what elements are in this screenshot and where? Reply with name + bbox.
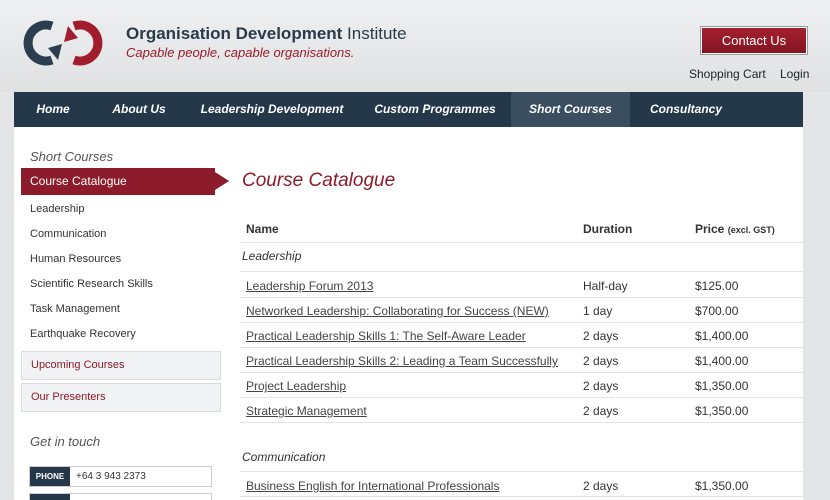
site-header: Organisation Development Institute Capab… (0, 0, 830, 92)
group-title-leadership: Leadership (242, 249, 302, 263)
sidebar-item-scientific-research-skills[interactable]: Scientific Research Skills (30, 278, 153, 290)
contact-us-button[interactable]: Contact Us (701, 27, 807, 54)
course-price: $1,400.00 (695, 329, 749, 343)
course-price: $1,350.00 (695, 379, 749, 393)
course-duration: 2 days (583, 479, 619, 493)
nav-leadership-development[interactable]: Leadership Development (186, 92, 358, 127)
divider (240, 422, 803, 423)
divider (240, 271, 803, 272)
divider (240, 322, 803, 323)
course-price: $1,350.00 (695, 404, 749, 418)
course-link[interactable]: Leadership Forum 2013 (246, 279, 373, 293)
sidebar-item-earthquake-recovery[interactable]: Earthquake Recovery (30, 328, 136, 340)
column-header-price: Price (excl. GST) (695, 222, 775, 236)
course-duration: 2 days (583, 329, 619, 343)
column-header-duration: Duration (583, 222, 633, 236)
contact-field (29, 493, 212, 500)
course-duration: 2 days (583, 379, 619, 393)
course-link[interactable]: Business English for International Profe… (246, 479, 499, 493)
divider (240, 397, 803, 398)
our-presenters-button[interactable]: Our Presenters (21, 383, 221, 412)
column-header-name: Name (246, 222, 279, 236)
odi-logo-icon[interactable] (12, 16, 114, 70)
course-duration: 2 days (583, 404, 619, 418)
sidebar-item-task-management[interactable]: Task Management (30, 303, 120, 315)
phone-field: PHONE +64 3 943 2373 (29, 466, 212, 487)
course-link[interactable]: Practical Leadership Skills 2: Leading a… (246, 354, 558, 368)
login-link[interactable]: Login (780, 67, 809, 81)
shopping-cart-link[interactable]: Shopping Cart (689, 67, 766, 81)
divider (240, 471, 803, 472)
course-duration: Half-day (583, 279, 628, 293)
course-duration: 1 day (583, 304, 613, 318)
nav-custom-programmes[interactable]: Custom Programmes (358, 92, 512, 127)
group-title-communication: Communication (242, 450, 326, 464)
sidebar-item-course-catalogue[interactable]: Course Catalogue (21, 168, 215, 195)
main-nav: Home About Us Leadership Development Cus… (14, 92, 803, 127)
divider (240, 372, 803, 373)
course-price: $125.00 (695, 279, 739, 293)
course-price: $700.00 (695, 304, 739, 318)
nav-short-courses[interactable]: Short Courses (511, 92, 630, 127)
course-link[interactable]: Networked Leadership: Collaborating for … (246, 304, 549, 318)
course-link[interactable]: Strategic Management (246, 404, 367, 418)
site-title: Organisation Development Institute (126, 24, 407, 43)
course-price: $1,400.00 (695, 354, 749, 368)
divider (240, 496, 803, 497)
course-link[interactable]: Practical Leadership Skills 1: The Self-… (246, 329, 526, 343)
course-duration: 2 days (583, 354, 619, 368)
divider (240, 297, 803, 298)
page-title: Course Catalogue (242, 170, 396, 191)
site-tagline: Capable people, capable organisations. (126, 45, 355, 60)
active-arrow-icon (215, 172, 229, 190)
divider (240, 242, 803, 243)
phone-label: PHONE (30, 467, 70, 486)
nav-consultancy[interactable]: Consultancy (630, 92, 742, 127)
nav-home[interactable]: Home (14, 92, 92, 127)
sidebar-item-leadership[interactable]: Leadership (30, 203, 84, 215)
phone-number[interactable]: +64 3 943 2373 (76, 467, 146, 486)
sidebar-item-human-resources[interactable]: Human Resources (30, 253, 121, 265)
divider (240, 347, 803, 348)
upcoming-courses-button[interactable]: Upcoming Courses (21, 351, 221, 380)
course-link[interactable]: Project Leadership (246, 379, 346, 393)
get-in-touch-heading: Get in touch (30, 434, 101, 449)
contact-label (30, 494, 70, 500)
sidebar-heading: Short Courses (30, 149, 114, 164)
sidebar-item-communication[interactable]: Communication (30, 228, 106, 240)
course-price: $1,350.00 (695, 479, 749, 493)
nav-about-us[interactable]: About Us (92, 92, 186, 127)
